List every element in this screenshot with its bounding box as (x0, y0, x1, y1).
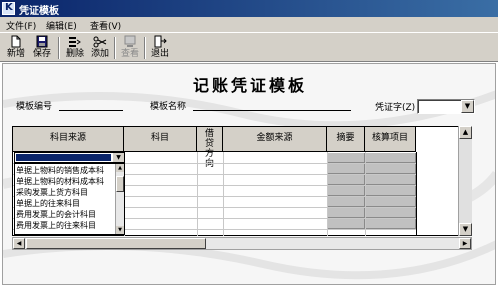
grid-vertical-scrollbar[interactable]: ▲ ▼ (458, 126, 472, 236)
dropdown-option[interactable]: 费用发票上的会计科目 (16, 210, 116, 219)
template-name-label: 模板名称 (150, 102, 187, 112)
scroll-thumb[interactable] (116, 176, 124, 192)
page-title: 记账凭证模板 (192, 76, 307, 95)
exit-button-label: 退出 (150, 49, 169, 59)
subject-source-combo[interactable]: ▼ (14, 152, 125, 163)
scroll-left-icon[interactable]: ◀ (13, 238, 25, 249)
view-button-label: 查看 (120, 49, 139, 59)
template-name-field[interactable] (193, 110, 351, 111)
window-title: 凭证模板 (19, 6, 59, 17)
save-button[interactable]: 保存 (30, 35, 54, 61)
floppy-disk-icon (30, 35, 54, 48)
dropdown-option[interactable]: 采购发票上货方科目 (16, 188, 116, 197)
scroll-right-icon[interactable]: ▶ (459, 238, 471, 249)
scroll-down-icon[interactable]: ▼ (116, 226, 124, 234)
save-button-label: 保存 (32, 49, 51, 59)
new-document-icon (4, 35, 28, 48)
toolbar: 新增 保存 删除 添加 查看 退出 (0, 32, 498, 62)
dropdown-option[interactable]: 费用发票上的往来科目 (16, 221, 116, 230)
col-header-direction[interactable]: 借贷方向 (197, 127, 223, 169)
monitor-icon (118, 35, 142, 48)
scroll-thumb[interactable] (26, 238, 206, 249)
col-header-summary[interactable]: 摘要 (327, 127, 365, 152)
subject-source-dropdown-list[interactable]: 单据上物料的销售成本科 单据上物料的材料成本科 采购发票上货方科目 单据上的往来… (14, 163, 125, 235)
grid-horizontal-scrollbar[interactable]: ◀ ▶ (12, 237, 472, 250)
col-header-subject-source[interactable]: 科目来源 (13, 127, 124, 152)
scroll-up-icon[interactable]: ▲ (116, 164, 124, 172)
scroll-down-icon[interactable]: ▼ (459, 223, 472, 236)
chevron-down-icon[interactable]: ▼ (461, 100, 474, 113)
add-button[interactable]: 添加 (88, 35, 112, 61)
voucher-word-select[interactable]: ▼ (417, 99, 475, 114)
menu-bar: 文件(F) 编辑(E) 查看(V) (0, 17, 498, 32)
col-header-subject[interactable]: 科目 (124, 127, 197, 152)
scroll-up-icon[interactable]: ▲ (459, 126, 472, 139)
app-icon (2, 2, 15, 15)
dropdown-scrollbar[interactable]: ▲ ▼ (115, 164, 124, 234)
exit-door-icon (148, 35, 172, 48)
exit-button[interactable]: 退出 (148, 35, 172, 61)
dropdown-option[interactable]: 单据上的往来科目 (16, 199, 116, 208)
template-no-field[interactable] (59, 110, 123, 111)
dropdown-option[interactable]: 单据上物料的材料成本科 (16, 177, 116, 186)
scissors-icon (88, 35, 112, 48)
menu-edit[interactable]: 编辑(E) (46, 19, 77, 32)
delete-row-icon (63, 35, 87, 48)
col-header-accounting-item[interactable]: 核算项目 (365, 127, 416, 152)
menu-view[interactable]: 查看(V) (90, 19, 121, 32)
view-button[interactable]: 查看 (118, 35, 142, 61)
menu-file[interactable]: 文件(F) (6, 19, 36, 32)
col-header-amount-source[interactable]: 金额来源 (223, 127, 327, 152)
add-button-label: 添加 (90, 49, 109, 59)
voucher-word-label: 凭证字(Z) (375, 103, 416, 113)
entry-grid: 科目来源 科目 借贷方向 金额来源 摘要 核算项目 ▼ 单据上物料的销售成本科 … (12, 126, 470, 236)
voucher-template-window: 凭证模板 文件(F) 编辑(E) 查看(V) 新增 保存 删除 (0, 0, 498, 287)
selected-value-highlight (16, 154, 111, 161)
form-area: 记账凭证模板 模板编号 模板名称 凭证字(Z) ▼ 科目来源 科目 借贷方向 金… (2, 63, 496, 285)
template-no-label: 模板编号 (16, 102, 53, 112)
chevron-down-icon[interactable]: ▼ (113, 153, 124, 162)
dropdown-option[interactable]: 单据上物料的销售成本科 (16, 166, 116, 175)
delete-button[interactable]: 删除 (63, 35, 87, 61)
new-button[interactable]: 新增 (4, 35, 28, 61)
title-bar[interactable]: 凭证模板 (0, 0, 498, 17)
